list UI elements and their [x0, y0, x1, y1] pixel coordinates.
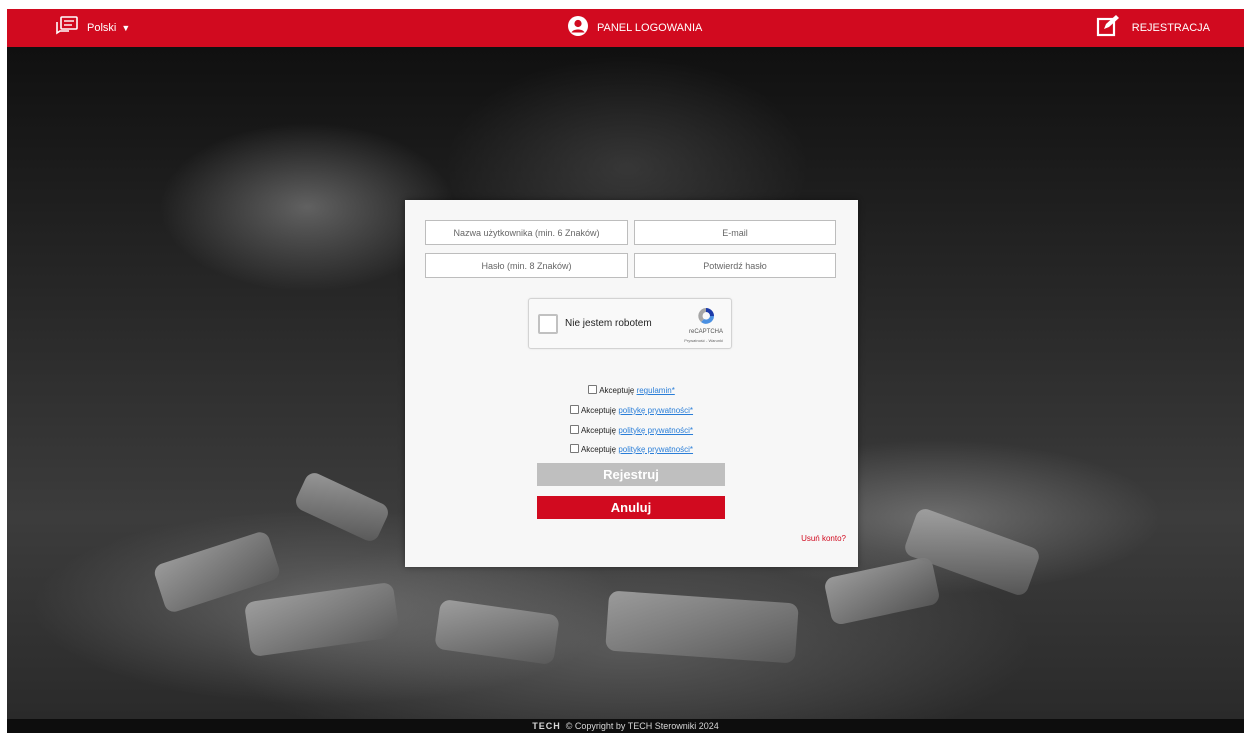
privacy-policy-link[interactable]: politykę prywatności*	[618, 445, 693, 454]
top-bar: Polski ▼ PANEL LOGOWANIA REJESTRACJA	[7, 9, 1244, 47]
agreement-privacy: Akceptuję politykę prywatności*	[405, 444, 858, 454]
background-pellet	[243, 581, 401, 658]
confirm-password-input[interactable]	[634, 253, 836, 278]
username-input[interactable]	[425, 220, 628, 245]
background-pellet	[292, 469, 392, 545]
edit-icon	[1096, 14, 1122, 43]
footer-brand: TECH	[532, 721, 561, 731]
agreement-checkbox[interactable]	[588, 385, 598, 394]
caret-down-icon: ▼	[121, 23, 131, 33]
panel-title-label: PANEL LOGOWANIA	[597, 22, 703, 34]
register-button[interactable]: Rejestruj	[537, 463, 725, 486]
recaptcha-widget: Nie jestem robotem reCAPTCHA Prywatność …	[528, 298, 732, 349]
terms-link[interactable]: regulamin*	[637, 386, 675, 395]
agreement-prefix: Akceptuję	[580, 426, 617, 435]
recaptcha-logo-icon	[695, 306, 717, 326]
register-link-label: REJESTRACJA	[1131, 22, 1210, 34]
cancel-button[interactable]: Anuluj	[537, 496, 725, 519]
panel-title: PANEL LOGOWANIA	[567, 15, 703, 42]
agreement-terms: Akceptuję regulamin*	[405, 385, 858, 395]
agreement-privacy: Akceptuję politykę prywatności*	[405, 425, 858, 435]
user-circle-icon	[567, 15, 589, 42]
privacy-policy-link[interactable]: politykę prywatności*	[618, 406, 693, 415]
agreement-checkbox[interactable]	[569, 444, 579, 453]
email-input[interactable]	[634, 220, 836, 245]
agreement-prefix: Akceptuję	[580, 406, 617, 415]
background-pellet	[434, 598, 560, 666]
registration-form: Nie jestem robotem reCAPTCHA Prywatność …	[405, 200, 858, 567]
agreement-prefix: Akceptuję	[580, 445, 617, 454]
agreement-prefix: Akceptuję	[599, 386, 635, 395]
delete-account-link[interactable]: Usuń konto?	[801, 534, 846, 543]
footer-copyright: © Copyright by TECH Sterowniki 2024	[565, 721, 719, 731]
background-pellet	[605, 590, 799, 664]
recaptcha-checkbox[interactable]	[538, 314, 558, 334]
privacy-policy-link[interactable]: politykę prywatności*	[618, 426, 693, 435]
recaptcha-terms: Prywatność - Warunki	[684, 338, 723, 343]
agreement-checkbox[interactable]	[569, 425, 579, 434]
password-input[interactable]	[425, 253, 628, 278]
register-link[interactable]: REJESTRACJA	[1096, 14, 1210, 43]
app-frame: Polski ▼ PANEL LOGOWANIA REJESTRACJA Naz…	[7, 9, 1244, 733]
chat-bubbles-icon	[55, 15, 79, 41]
recaptcha-label: Nie jestem robotem	[565, 318, 652, 329]
recaptcha-brand: reCAPTCHA	[688, 329, 723, 335]
agreement-privacy: Akceptuję politykę prywatności*	[405, 405, 858, 415]
language-label: Polski	[87, 22, 117, 34]
footer: TECH © Copyright by TECH Sterowniki 2024	[7, 719, 1244, 733]
language-selector[interactable]: Polski ▼	[55, 15, 131, 41]
agreement-checkbox[interactable]	[569, 405, 579, 414]
